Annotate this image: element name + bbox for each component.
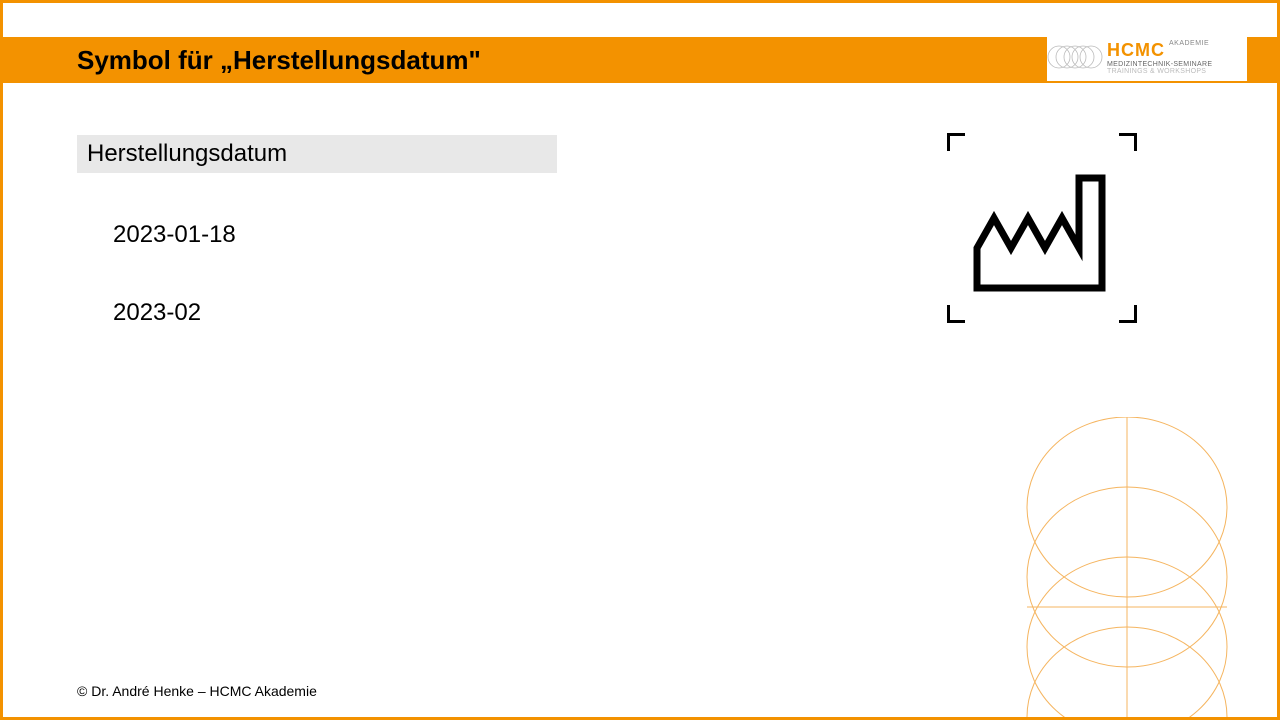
- footer-copyright: © Dr. André Henke – HCMC Akademie: [77, 683, 317, 699]
- slide: Symbol für „Herstellungsdatum" HCMC AKAD…: [0, 0, 1280, 720]
- manufacture-date-symbol: [947, 133, 1137, 323]
- logo-sub0: AKADEMIE: [1169, 40, 1209, 47]
- logo-circles-icon: [1047, 37, 1107, 77]
- corner-mark-br: [1119, 305, 1137, 323]
- logo-sub2: TRAININGS & WORKSHOPS: [1107, 68, 1212, 75]
- corner-mark-tr: [1119, 133, 1137, 151]
- date-example-1: 2023-01-18: [113, 221, 236, 249]
- section-heading-text: Herstellungsdatum: [87, 140, 287, 168]
- logo-sub1: MEDIZINTECHNIK-SEMINARE: [1107, 61, 1212, 68]
- corner-mark-tl: [947, 133, 965, 151]
- slide-title: Symbol für „Herstellungsdatum": [77, 45, 481, 76]
- factory-icon: [972, 163, 1112, 293]
- background-circles-icon: [997, 417, 1257, 720]
- logo: HCMC AKADEMIE MEDIZINTECHNIK-SEMINARE TR…: [1047, 33, 1247, 81]
- date-example-2: 2023-02: [113, 299, 201, 327]
- section-heading: Herstellungsdatum: [77, 135, 557, 173]
- logo-brand: HCMC: [1107, 40, 1165, 61]
- corner-mark-bl: [947, 305, 965, 323]
